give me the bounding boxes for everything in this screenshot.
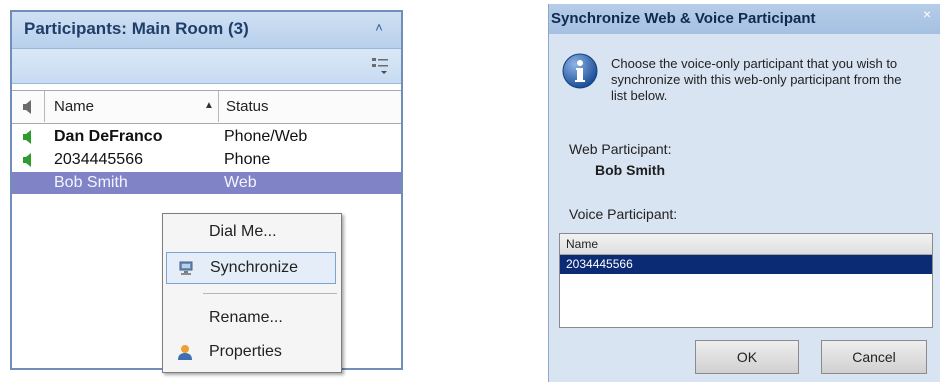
participant-row[interactable]: Dan DeFranco Phone/Web — [12, 126, 401, 148]
ok-button[interactable]: OK — [695, 340, 799, 374]
speaker-active-icon — [23, 130, 31, 144]
participants-column-header: Name ▲ Status — [12, 90, 401, 124]
context-menu: Dial Me... Synchronize Rename... Propert… — [162, 213, 342, 373]
menu-item-label: Dial Me... — [209, 223, 277, 240]
close-icon[interactable]: × — [923, 7, 937, 21]
dialog-instructions: Choose the voice-only participant that y… — [611, 56, 902, 103]
participant-name: Dan DeFranco — [54, 128, 163, 145]
web-participant-value: Bob Smith — [595, 162, 665, 178]
participant-name: Bob Smith — [54, 174, 128, 191]
list-options-icon[interactable] — [371, 56, 389, 76]
participant-status: Phone/Web — [224, 128, 308, 145]
participant-name: 2034445566 — [54, 151, 143, 168]
menu-item-synchronize[interactable]: Synchronize — [166, 252, 336, 284]
menu-item-dial-me[interactable]: Dial Me... — [163, 216, 341, 248]
list-header-name: Name — [566, 237, 599, 251]
status-column-header[interactable]: Status — [226, 98, 269, 115]
menu-item-label: Rename... — [209, 309, 283, 326]
collapse-icon[interactable]: ˄ — [371, 20, 387, 36]
dialog-title: Synchronize Web & Voice Participant — [551, 10, 816, 27]
info-icon — [562, 53, 598, 89]
menu-separator — [203, 293, 337, 294]
person-icon — [178, 345, 192, 360]
menu-item-label: Synchronize — [210, 259, 299, 276]
panel-header: Participants: Main Room (3) ˄ — [12, 12, 401, 49]
sort-ascending-icon: ▲ — [204, 100, 214, 111]
cancel-button[interactable]: Cancel — [821, 340, 927, 374]
speaker-column-icon[interactable] — [20, 99, 36, 115]
sync-icon — [179, 261, 193, 275]
list-column-header[interactable]: Name — [560, 234, 932, 255]
panel-toolbar — [12, 49, 401, 84]
dialog-title-bar: Synchronize Web & Voice Participant × — [549, 4, 940, 34]
name-column-header[interactable]: Name — [54, 98, 94, 115]
participant-status: Web — [224, 174, 257, 191]
speaker-active-icon — [23, 153, 31, 167]
participants-panel: Participants: Main Room (3) ˄ Name ▲ Sta… — [10, 10, 403, 373]
voice-participant-list[interactable]: Name 2034445566 — [559, 233, 933, 328]
web-participant-label: Web Participant: — [569, 141, 672, 157]
panel-title: Participants: Main Room (3) — [24, 19, 249, 38]
voice-participant-label: Voice Participant: — [569, 206, 678, 222]
synchronize-dialog: Synchronize Web & Voice Participant × Ch… — [548, 4, 940, 382]
menu-item-properties[interactable]: Properties — [163, 336, 341, 368]
list-item-label: 2034445566 — [566, 257, 633, 271]
menu-item-rename[interactable]: Rename... — [163, 302, 341, 334]
participant-row[interactable]: 2034445566 Phone — [12, 149, 401, 171]
list-item-selected[interactable]: 2034445566 — [560, 255, 932, 274]
participant-status: Phone — [224, 151, 271, 168]
participant-row-selected[interactable]: Bob Smith Web — [12, 172, 401, 194]
column-separator[interactable] — [44, 91, 45, 122]
menu-item-label: Properties — [209, 343, 282, 360]
column-separator[interactable] — [218, 91, 219, 122]
